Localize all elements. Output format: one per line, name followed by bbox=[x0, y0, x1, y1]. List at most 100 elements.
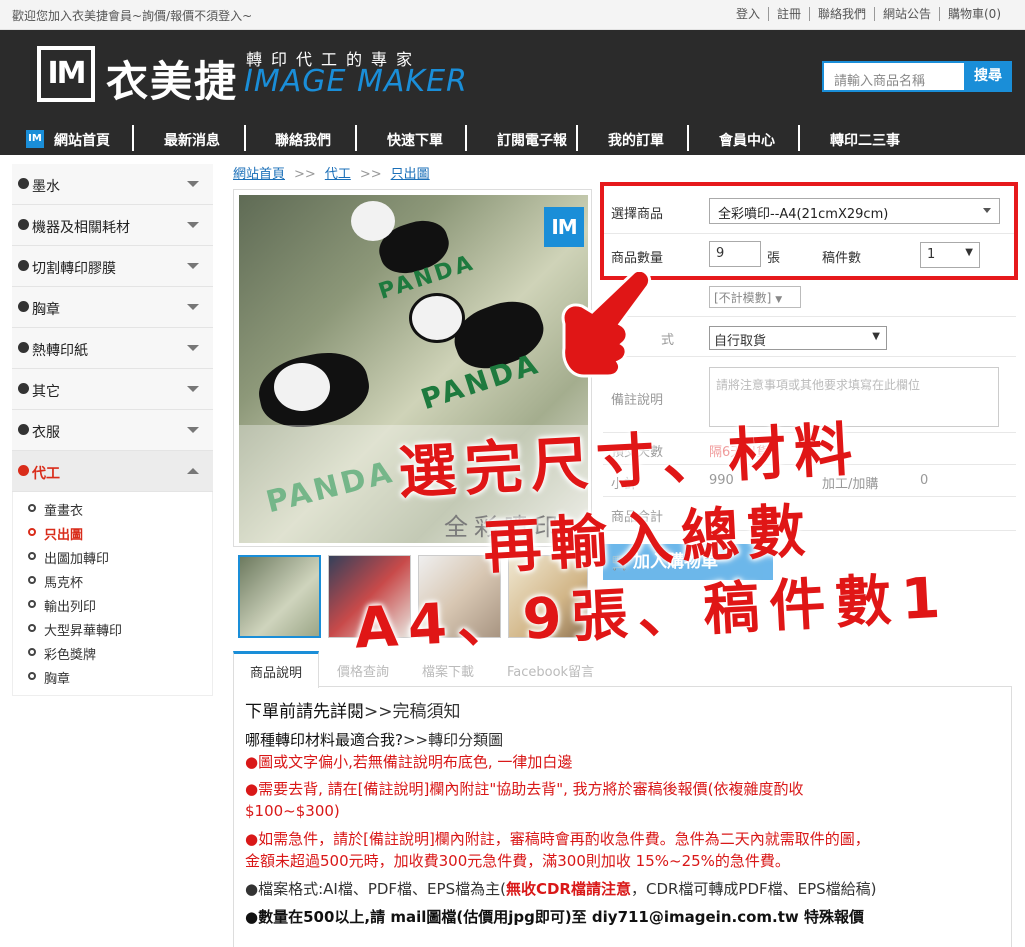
nav-divider bbox=[798, 125, 800, 151]
thumbnail-1[interactable] bbox=[238, 555, 321, 638]
nav-news[interactable]: 最新消息 bbox=[164, 130, 220, 150]
desc-notice-text: 下單前請先詳閱 bbox=[245, 702, 364, 722]
nav-newsletter[interactable]: 訂閱電子報 bbox=[497, 130, 567, 150]
chevron-down-icon[interactable] bbox=[187, 263, 199, 269]
breadcrumb-home[interactable]: 網站首頁 bbox=[233, 167, 285, 182]
category-label: 衣服 bbox=[32, 425, 60, 441]
desc-line-2: 哪種轉印材料最適合我?>>轉印分類圖 bbox=[245, 729, 1011, 751]
breadcrumb-separator: >> bbox=[294, 167, 316, 182]
search-button[interactable]: 搜尋 bbox=[964, 61, 1012, 92]
chevron-down-icon[interactable] bbox=[187, 304, 199, 310]
nav-member-center[interactable]: 會員中心 bbox=[719, 130, 775, 150]
desc-line-9: ●數量在500以上,請 mail圖檔(估價用jpg即可)至 diy711@ima… bbox=[245, 908, 864, 926]
welcome-text: 歡迎您加入衣美捷會員~詢價/報價不須登入~ bbox=[12, 9, 253, 23]
main-nav: IM 網站首頁 最新消息 聯絡我們 快速下單 訂閱電子報 我的訂單 會員中心 轉… bbox=[0, 122, 1025, 155]
brand-name-en: IMAGE MAKER bbox=[244, 64, 468, 99]
chevron-down-icon[interactable] bbox=[187, 181, 199, 187]
subitem-mug[interactable]: 馬克杯 bbox=[13, 569, 212, 593]
remarks-label: 備註說明 bbox=[611, 393, 664, 408]
tab-price-query[interactable]: 價格查詢 bbox=[337, 651, 389, 687]
circle-bullet-icon bbox=[28, 600, 36, 608]
panda-sticker bbox=[274, 363, 330, 411]
nav-divider bbox=[132, 125, 134, 151]
tab-product-description[interactable]: 商品說明 bbox=[233, 651, 319, 688]
nav-transfer-tips[interactable]: 轉印二三事 bbox=[830, 130, 900, 150]
bullet-icon bbox=[18, 178, 29, 189]
dropdown-arrow-icon: ▼ bbox=[775, 295, 783, 305]
category-machines[interactable]: 機器及相關耗材 bbox=[12, 205, 213, 246]
subitem-print-transfer[interactable]: 出圖加轉印 bbox=[13, 545, 212, 569]
circle-bullet-icon bbox=[28, 528, 36, 536]
top-links: 登入 註冊 聯絡我們 網站公告 購物車(0) bbox=[728, 7, 1009, 21]
category-transfer-paper[interactable]: 熱轉印紙 bbox=[12, 328, 213, 369]
circle-bullet-icon bbox=[28, 648, 36, 656]
subitem-label: 馬克杯 bbox=[44, 576, 84, 591]
nav-home[interactable]: 網站首頁 bbox=[54, 130, 110, 150]
circle-bullet-icon bbox=[28, 672, 36, 680]
announcement-link[interactable]: 網站公告 bbox=[873, 7, 939, 21]
annotation-highlight-box bbox=[600, 182, 1018, 280]
chevron-down-icon[interactable] bbox=[187, 222, 199, 228]
breadcrumb-separator: >> bbox=[359, 167, 382, 182]
pickup-select-value: 自行取貨 bbox=[714, 334, 767, 349]
bullet-icon bbox=[18, 383, 29, 394]
nav-quick-order[interactable]: 快速下單 bbox=[387, 130, 443, 150]
category-cutting-film[interactable]: 切割轉印膠膜 bbox=[12, 246, 213, 287]
breadcrumb: 網站首頁 >> 代工 >> 只出圖 bbox=[233, 163, 430, 182]
tab-file-download[interactable]: 檔案下載 bbox=[422, 651, 474, 687]
subitem-badge[interactable]: 胸章 bbox=[13, 665, 212, 689]
subitem-large-sublimation[interactable]: 大型昇華轉印 bbox=[13, 617, 212, 641]
bullet-icon bbox=[18, 342, 29, 353]
bullet-icon bbox=[18, 219, 29, 230]
pickup-select[interactable]: 自行取貨 ▼ bbox=[709, 326, 887, 350]
subitem-color-medal[interactable]: 彩色獎牌 bbox=[13, 641, 212, 665]
chevron-down-icon[interactable] bbox=[187, 345, 199, 351]
circle-bullet-icon bbox=[28, 504, 36, 512]
desc-line-4: ●需要去背, 請在[備註說明]欄內附註"協助去背", 我方將於審稿後報價(依複雜… bbox=[245, 780, 804, 798]
brand-name-cn: 衣美捷 bbox=[106, 57, 239, 106]
chevron-down-icon[interactable] bbox=[187, 427, 199, 433]
nav-contact[interactable]: 聯絡我們 bbox=[275, 130, 331, 150]
desc-line-3: ●圖或文字偏小,若無備註說明布底色, 一律加白邊 bbox=[245, 753, 573, 771]
product-description: 下單前請先詳閱>>完稿須知 哪種轉印材料最適合我?>>轉印分類圖 ●圖或文字偏小… bbox=[233, 687, 1012, 947]
completed-draft-link[interactable]: >>完稿須知 bbox=[364, 702, 461, 722]
nav-divider bbox=[687, 125, 689, 151]
desc-line-6: ●如需急件，請於[備註說明]欄內附註，審稿時會再酌收急件費。急件為二天內就需取件… bbox=[245, 830, 870, 848]
cdr-warning-text: 無收CDR檔請注意 bbox=[505, 880, 631, 898]
desc-line-5: $100~$300) bbox=[245, 802, 340, 820]
product-tabs: 商品說明 價格查詢 檔案下載 Facebook留言 bbox=[233, 651, 1012, 688]
category-label: 其它 bbox=[32, 384, 60, 400]
subitem-output-print[interactable]: 輸出列印 bbox=[13, 593, 212, 617]
category-oem[interactable]: 代工 bbox=[12, 451, 213, 492]
subcategory-list: 童畫衣 只出圖 出圖加轉印 馬克杯 輸出列印 大型昇華轉印 彩色獎牌 胸章 bbox=[12, 492, 213, 696]
tab-facebook[interactable]: Facebook留言 bbox=[507, 651, 594, 687]
mode-select-value: [不計模數] bbox=[714, 291, 772, 305]
subitem-print-only[interactable]: 只出圖 bbox=[13, 521, 212, 545]
circle-bullet-icon bbox=[28, 576, 36, 584]
subitem-kids-drawing[interactable]: 童畫衣 bbox=[13, 497, 212, 521]
subitem-label: 彩色獎牌 bbox=[44, 648, 97, 663]
mode-select[interactable]: [不計模數] ▼ bbox=[709, 286, 801, 308]
nav-my-orders[interactable]: 我的訂單 bbox=[608, 130, 664, 150]
nav-divider bbox=[576, 125, 578, 151]
desc-question-text: 哪種轉印材料最適合我? bbox=[245, 731, 403, 749]
bullet-icon bbox=[18, 301, 29, 312]
search-input[interactable]: 請輸入商品名稱 bbox=[822, 61, 964, 92]
logo-icon[interactable]: IM bbox=[37, 46, 95, 102]
transfer-category-link[interactable]: >>轉印分類圖 bbox=[403, 731, 503, 749]
register-link[interactable]: 註冊 bbox=[767, 7, 809, 21]
contact-link[interactable]: 聯絡我們 bbox=[808, 7, 874, 21]
bullet-icon bbox=[18, 424, 29, 435]
chevron-down-icon[interactable] bbox=[187, 386, 199, 392]
nav-divider bbox=[465, 125, 467, 151]
category-ink[interactable]: 墨水 bbox=[12, 164, 213, 205]
chevron-up-icon[interactable] bbox=[187, 468, 199, 474]
breadcrumb-print-only[interactable]: 只出圖 bbox=[391, 167, 430, 182]
category-badges[interactable]: 胸章 bbox=[12, 287, 213, 328]
breadcrumb-oem[interactable]: 代工 bbox=[325, 167, 351, 182]
subitem-label: 出圖加轉印 bbox=[44, 552, 110, 567]
category-clothing[interactable]: 衣服 bbox=[12, 410, 213, 451]
category-other[interactable]: 其它 bbox=[12, 369, 213, 410]
login-link[interactable]: 登入 bbox=[728, 7, 768, 21]
cart-link[interactable]: 購物車(0) bbox=[939, 7, 1009, 21]
